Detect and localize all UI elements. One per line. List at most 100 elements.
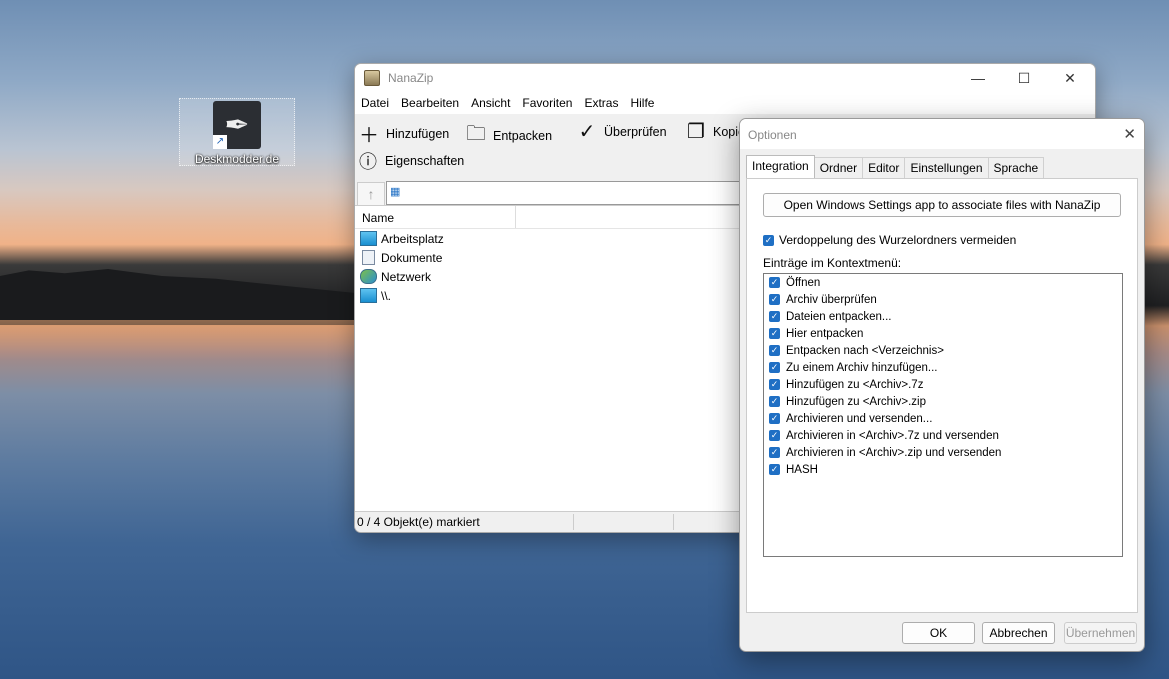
menu-hilfe[interactable]: Hilfe [630, 96, 654, 110]
minimize-button[interactable]: — [955, 64, 1001, 92]
info-icon: ⓘ [359, 152, 377, 172]
list-item-label: Hinzufügen zu <Archiv>.7z [786, 378, 924, 391]
document-icon [362, 250, 375, 265]
menu-datei[interactable]: Datei [361, 96, 389, 110]
avoid-root-duplication-checkbox[interactable]: ✓ Verdoppelung des Wurzelordners vermeid… [763, 233, 1016, 247]
network-icon [360, 269, 377, 284]
list-item[interactable]: ✓ Archivieren in <Archiv>.zip und versend… [764, 444, 1122, 461]
menu-bearbeiten[interactable]: Bearbeiten [401, 96, 459, 110]
checkbox-checked-icon: ✓ [769, 413, 780, 424]
checkbox-checked-icon: ✓ [769, 464, 780, 475]
status-divider [673, 514, 674, 530]
checkbox-checked-icon: ✓ [769, 379, 780, 390]
list-item-label: HASH [786, 463, 818, 476]
folder-extract-icon: 🗀 [466, 123, 486, 145]
apply-button[interactable]: Übernehmen [1064, 622, 1137, 644]
list-item-label: Archivieren und versenden... [786, 412, 933, 425]
menubar: Datei Bearbeiten Ansicht Favoriten Extra… [355, 92, 1095, 114]
menu-favoriten[interactable]: Favoriten [522, 96, 572, 110]
context-menu-list[interactable]: ✓ Öffnen ✓ Archiv überprüfen ✓ Dateien entp… [763, 273, 1123, 557]
add-button[interactable]: ＋ Hinzufügen [358, 119, 449, 148]
dialog-close-icon[interactable]: ✕ [1123, 125, 1136, 143]
maximize-button[interactable]: ☐ [1001, 64, 1047, 92]
extract-label: Entpacken [493, 129, 553, 143]
checkbox-checked-icon: ✓ [769, 447, 780, 458]
list-item[interactable]: ✓ Hinzufügen zu <Archiv>.7z [764, 376, 1122, 393]
checkbox-checked-icon: ✓ [769, 362, 780, 373]
checkbox-checked-icon: ✓ [763, 234, 774, 246]
tab-integration[interactable]: Integration [746, 155, 815, 178]
checkbox-checked-icon: ✓ [769, 311, 780, 322]
checkbox-checked-icon: ✓ [769, 396, 780, 407]
plus-icon: ＋ [359, 125, 379, 147]
list-item[interactable]: ✓ Archivieren und versenden... [764, 410, 1122, 427]
add-label: Hinzufügen [386, 126, 450, 141]
file-name: \\. [381, 288, 392, 303]
checkbox-checked-icon: ✓ [769, 430, 780, 441]
column-name-label: Name [362, 211, 395, 225]
list-item[interactable]: ✓ Dateien entpacken... [764, 308, 1122, 325]
cancel-button[interactable]: Abbrechen [982, 622, 1055, 644]
list-item[interactable]: ✓ HASH [764, 461, 1122, 478]
integration-panel: Open Windows Settings app to associate f… [746, 178, 1138, 613]
test-label: Überprüfen [604, 124, 667, 139]
open-settings-button[interactable]: Open Windows Settings app to associate f… [763, 193, 1121, 217]
computer-icon [360, 288, 377, 303]
nanazip-titlebar[interactable]: NanaZip — ☐ ✕ [355, 64, 1095, 92]
menu-extras[interactable]: Extras [584, 96, 618, 110]
up-folder-button[interactable]: ↑ [357, 182, 385, 206]
list-item[interactable]: ✓ Öffnen [764, 274, 1122, 291]
checkbox-checked-icon: ✓ [769, 345, 780, 356]
test-button[interactable]: ✓ Überprüfen [576, 119, 667, 144]
list-item[interactable]: ✓ Archivieren in <Archiv>.7z und versende… [764, 427, 1122, 444]
dialog-title: Optionen [748, 128, 797, 142]
status-divider [573, 514, 574, 530]
properties-label: Eigenschaften [385, 154, 465, 168]
tab-einstellungen[interactable]: Einstellungen [904, 157, 989, 178]
list-item-label: Zu einem Archiv hinzufügen... [786, 361, 938, 374]
list-item[interactable]: ✓ Entpacken nach <Verzeichnis> [764, 342, 1122, 359]
menu-ansicht[interactable]: Ansicht [471, 96, 510, 110]
properties-button[interactable]: ⓘ Eigenschaften [357, 148, 464, 174]
ok-button[interactable]: OK [902, 622, 975, 644]
checkbox-checked-icon: ✓ [769, 328, 780, 339]
extract-button[interactable]: 🗀 Entpacken [465, 119, 552, 153]
file-name: Netzwerk [381, 269, 432, 284]
list-item-label: Archivieren in <Archiv>.zip und versende… [786, 446, 1002, 459]
list-item-label: Archiv überprüfen [786, 293, 877, 306]
drive-icon: ▦ [390, 186, 401, 198]
checkbox-checked-icon: ✓ [769, 277, 780, 288]
tab-editor[interactable]: Editor [862, 157, 906, 178]
tab-ordner[interactable]: Ordner [813, 157, 864, 178]
window-title: NanaZip [388, 71, 434, 85]
list-item-label: Archivieren in <Archiv>.7z und versenden [786, 429, 999, 442]
wallpaper-hills [0, 269, 360, 325]
list-item-label: Dateien entpacken... [786, 310, 892, 323]
close-button[interactable]: ✕ [1047, 64, 1093, 92]
copy-button[interactable]: ❐ Kopie [685, 119, 745, 144]
list-item-label: Hier entpacken [786, 327, 864, 340]
checkbox-checked-icon: ✓ [769, 294, 780, 305]
feather-pen-icon: ✒ ↗ [213, 101, 261, 149]
list-item[interactable]: ✓ Hinzufügen zu <Archiv>.zip [764, 393, 1122, 410]
options-dialog: Optionen ✕ Integration Ordner Editor Ein… [739, 118, 1145, 652]
file-name: Dokumente [381, 250, 443, 265]
checkbox-label: Verdoppelung des Wurzelordners vermeiden [779, 233, 1017, 247]
column-separator[interactable] [515, 206, 516, 228]
list-item-label: Hinzufügen zu <Archiv>.zip [786, 395, 926, 408]
list-item-label: Entpacken nach <Verzeichnis> [786, 344, 944, 357]
options-tabs: Integration Ordner Editor Einstellungen … [746, 155, 1045, 179]
status-text: 0 / 4 Objekt(e) markiert [357, 515, 480, 529]
tab-sprache[interactable]: Sprache [987, 157, 1045, 178]
list-item[interactable]: ✓ Archiv überprüfen [764, 291, 1122, 308]
wallpaper-reflection [0, 320, 360, 360]
list-item[interactable]: ✓ Zu einem Archiv hinzufügen... [764, 359, 1122, 376]
checkmark-icon: ✓ [578, 121, 596, 143]
desktop-shortcut[interactable]: ✒ ↗ Deskmodder.de [179, 98, 295, 166]
options-titlebar[interactable]: Optionen ✕ [740, 119, 1144, 149]
shortcut-arrow-icon: ↗ [213, 135, 227, 149]
copy-icon: ❐ [687, 121, 705, 143]
list-item[interactable]: ✓ Hier entpacken [764, 325, 1122, 342]
desktop-shortcut-label: Deskmodder.de [194, 152, 280, 166]
list-item-label: Öffnen [786, 276, 821, 289]
